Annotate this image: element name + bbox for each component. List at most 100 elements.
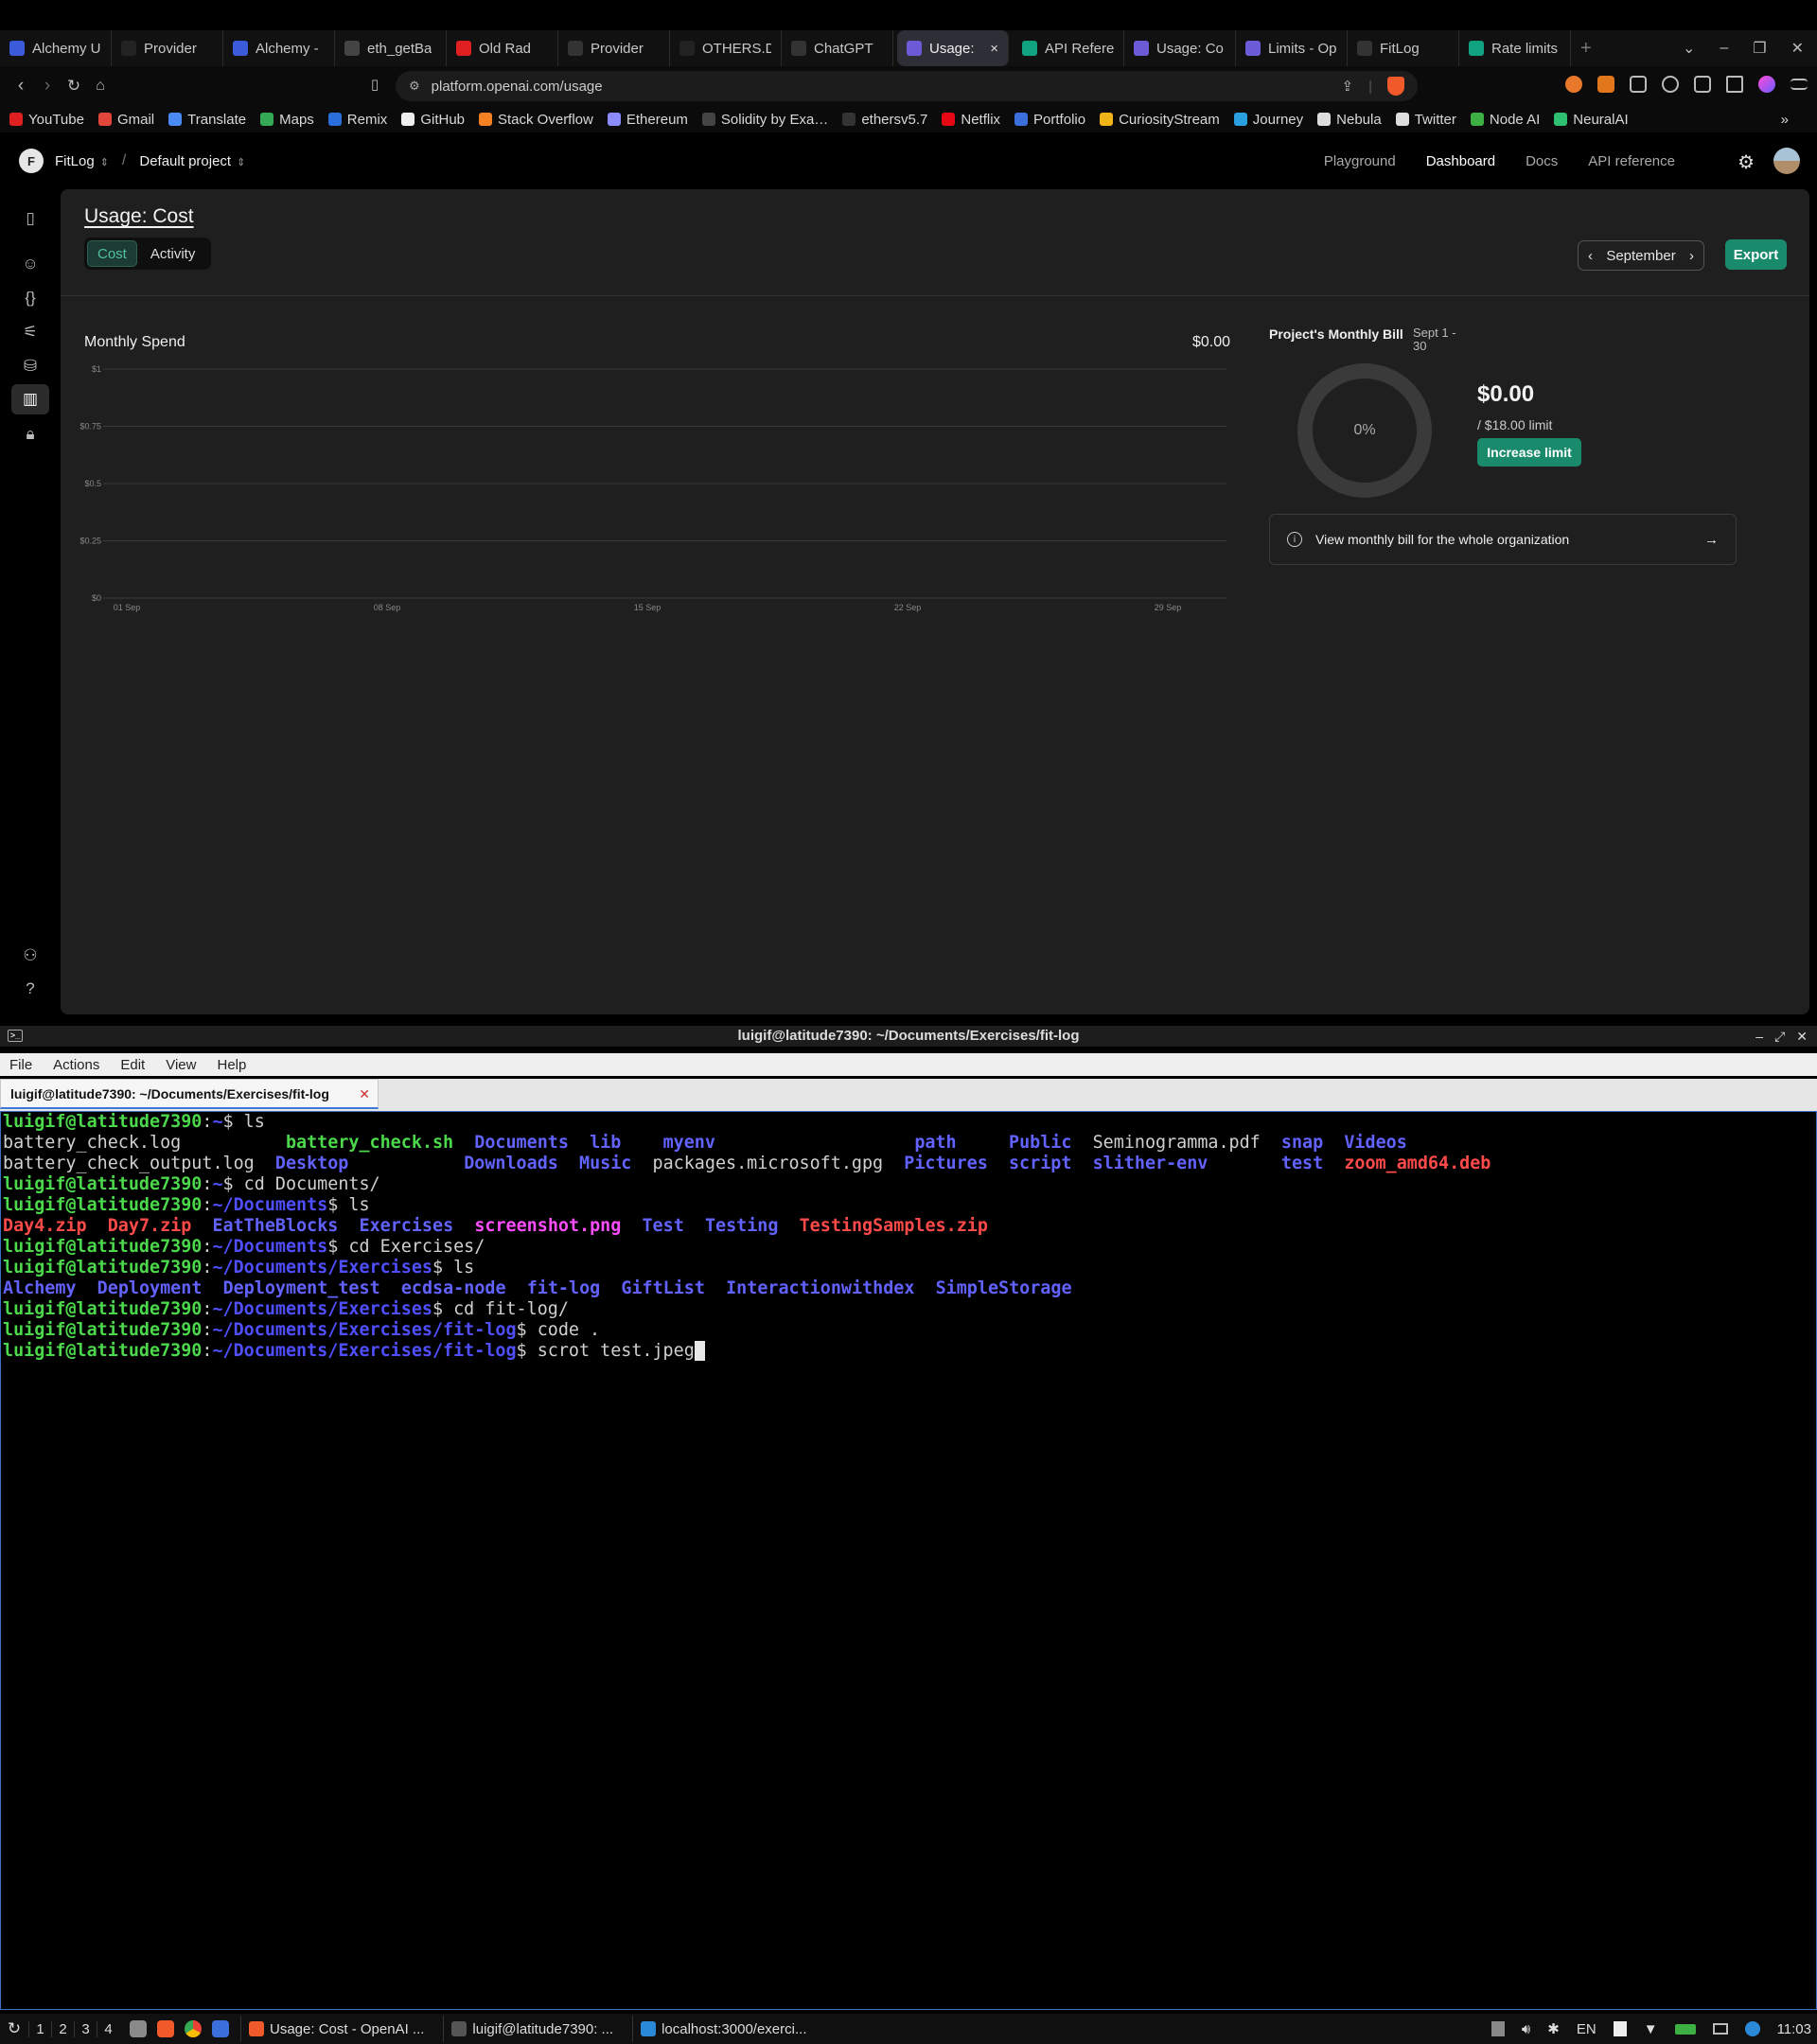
bookmark-page-icon[interactable]: ▯ [362, 76, 388, 93]
terminal-tab[interactable]: luigif@latitude7390: ~/Documents/Exercis… [0, 1079, 379, 1109]
sidebar-collapse-icon[interactable]: ▯ [17, 205, 44, 232]
back-icon[interactable]: ‹ [8, 76, 34, 97]
share-icon[interactable]: ⇪ [1342, 78, 1354, 95]
browser-tab[interactable]: Usage: Co [1124, 30, 1236, 66]
workspace-1[interactable]: 1 [28, 2020, 51, 2037]
desktop-icon[interactable] [212, 2020, 229, 2037]
maximize-icon[interactable]: ⤢ [1774, 1026, 1785, 1047]
clipboard-icon[interactable] [1491, 2021, 1505, 2036]
vpn-icon[interactable] [1758, 76, 1775, 93]
settings-gear-icon[interactable]: ⚙ [1738, 150, 1755, 174]
extension-icon[interactable] [1565, 76, 1582, 93]
bookmark-item[interactable]: NeuralAI [1554, 112, 1629, 128]
bookmark-item[interactable]: CuriosityStream [1100, 112, 1220, 128]
menu-file[interactable]: File [9, 1057, 32, 1073]
workspace-3[interactable]: 3 [74, 2020, 97, 2037]
bookmark-item[interactable]: Ethereum [607, 112, 688, 128]
browser-tab[interactable]: FitLog [1348, 30, 1459, 66]
puzzle-icon[interactable] [1630, 76, 1647, 93]
workspace-4[interactable]: 4 [97, 2020, 119, 2037]
nav-api-reference[interactable]: API reference [1588, 153, 1675, 169]
nav-docs[interactable]: Docs [1526, 153, 1558, 169]
export-button[interactable]: Export [1725, 239, 1787, 270]
minimize-icon[interactable]: – [1720, 40, 1728, 57]
browser-tab[interactable]: Usage: × [897, 30, 1009, 66]
user-avatar[interactable] [1773, 148, 1800, 174]
fine-tuning-icon[interactable]: ⚟ [17, 319, 44, 345]
tab-activity[interactable]: Activity [141, 240, 205, 267]
tab-cost[interactable]: Cost [87, 240, 137, 267]
bookmark-item[interactable]: Node AI [1470, 112, 1540, 128]
bookmark-item[interactable]: Gmail [97, 112, 154, 128]
reload-icon[interactable]: ↻ [61, 77, 87, 96]
browser-tab[interactable]: eth_getBa [335, 30, 447, 66]
bookmark-item[interactable]: Journey [1233, 112, 1303, 128]
org-avatar[interactable]: F [19, 149, 44, 173]
browser-tab[interactable]: Provider [558, 30, 670, 66]
api-keys-lock-icon[interactable]: 🔒︎ [17, 421, 44, 448]
chevron-left-icon[interactable]: ‹ [1588, 248, 1593, 264]
bookmark-item[interactable]: Twitter [1395, 112, 1456, 128]
notes-icon[interactable] [1613, 2021, 1627, 2036]
chrome-icon[interactable] [185, 2020, 202, 2037]
menu-actions[interactable]: Actions [53, 1057, 99, 1073]
increase-limit-button[interactable]: Increase limit [1477, 438, 1581, 467]
url-text[interactable]: platform.openai.com/usage [432, 79, 603, 95]
usage-icon[interactable]: ▥ [11, 384, 49, 414]
bookmark-item[interactable]: Maps [260, 112, 314, 128]
sidebar-toggle-icon[interactable] [1694, 76, 1711, 93]
battery-icon[interactable] [1674, 2023, 1696, 2035]
browser-tab[interactable]: Old Rad [447, 30, 558, 66]
brave-shields-icon[interactable] [1387, 77, 1404, 96]
threads-icon[interactable]: {} [17, 285, 44, 311]
terminal-output[interactable]: luigif@latitude7390:~$ ls battery_check.l… [0, 1111, 1817, 2010]
taskbar-task[interactable]: localhost:3000/exerci... [632, 2016, 814, 2042]
browser-tab[interactable]: Rate limits [1459, 30, 1571, 66]
month-selector[interactable]: ‹ September › [1578, 240, 1704, 271]
browser-tab[interactable]: ChatGPT [782, 30, 893, 66]
nav-playground[interactable]: Playground [1324, 153, 1396, 169]
bookmark-item[interactable]: Stack Overflow [479, 112, 593, 128]
menu-help[interactable]: Help [217, 1057, 246, 1073]
bookmark-item[interactable]: Netflix [942, 112, 1000, 128]
restore-icon[interactable]: ❐ [1753, 39, 1766, 58]
browser-tab[interactable]: Alchemy U [0, 30, 112, 66]
bookmark-item[interactable]: YouTube [9, 112, 84, 128]
language-indicator[interactable]: EN [1577, 2021, 1596, 2037]
display-icon[interactable] [1712, 2023, 1728, 2035]
brave-icon[interactable] [157, 2020, 174, 2037]
menu-icon[interactable] [1791, 79, 1808, 90]
project-switcher[interactable]: Default project ⇕ [139, 153, 245, 169]
media-icon[interactable] [1662, 76, 1679, 93]
browser-tab[interactable]: API Refere [1013, 30, 1124, 66]
bookmark-item[interactable]: Remix [327, 112, 387, 128]
storage-icon[interactable]: ⛁ [17, 353, 44, 379]
home-icon[interactable]: ⌂ [87, 78, 114, 95]
bookmark-item[interactable]: Nebula [1317, 112, 1382, 128]
wifi-icon[interactable]: ▼ [1644, 2021, 1658, 2037]
help-icon[interactable]: ? [17, 976, 44, 1002]
site-info-icon[interactable]: ⚙ [409, 79, 420, 94]
menu-edit[interactable]: Edit [120, 1057, 145, 1073]
more-bookmarks-icon[interactable]: » [1781, 112, 1789, 128]
org-switcher[interactable]: FitLog ⇕ [55, 153, 109, 169]
nav-dashboard[interactable]: Dashboard [1426, 153, 1495, 169]
forward-icon[interactable]: › [34, 76, 61, 97]
workspace-2[interactable]: 2 [51, 2020, 74, 2037]
close-tab-icon[interactable]: ✕ [359, 1086, 370, 1102]
close-tab-icon[interactable]: × [990, 41, 998, 57]
bookmark-item[interactable]: Portfolio [1014, 112, 1085, 128]
start-menu-icon[interactable]: ↻ [0, 2019, 28, 2038]
bluetooth-icon[interactable]: ✱ [1547, 2020, 1560, 2037]
browser-tab[interactable]: Provider [112, 30, 223, 66]
tab-list-chevron-icon[interactable]: ⌄ [1683, 39, 1695, 58]
network-icon[interactable] [1744, 2021, 1760, 2036]
metamask-icon[interactable] [1597, 76, 1614, 93]
bookmark-item[interactable]: Solidity by Exa… [701, 112, 828, 128]
taskbar-task[interactable]: Usage: Cost - OpenAI ... [240, 2016, 432, 2042]
clock[interactable]: 11:03 [1777, 2021, 1811, 2037]
address-bar[interactable]: ⚙ platform.openai.com/usage ⇪ | [396, 71, 1418, 101]
browser-tab[interactable]: OTHERS.D [670, 30, 782, 66]
bookmark-item[interactable]: ethersv5.7 [842, 112, 927, 128]
terminal-titlebar[interactable]: >_ luigif@latitude7390: ~/Documents/Exer… [0, 1026, 1817, 1047]
